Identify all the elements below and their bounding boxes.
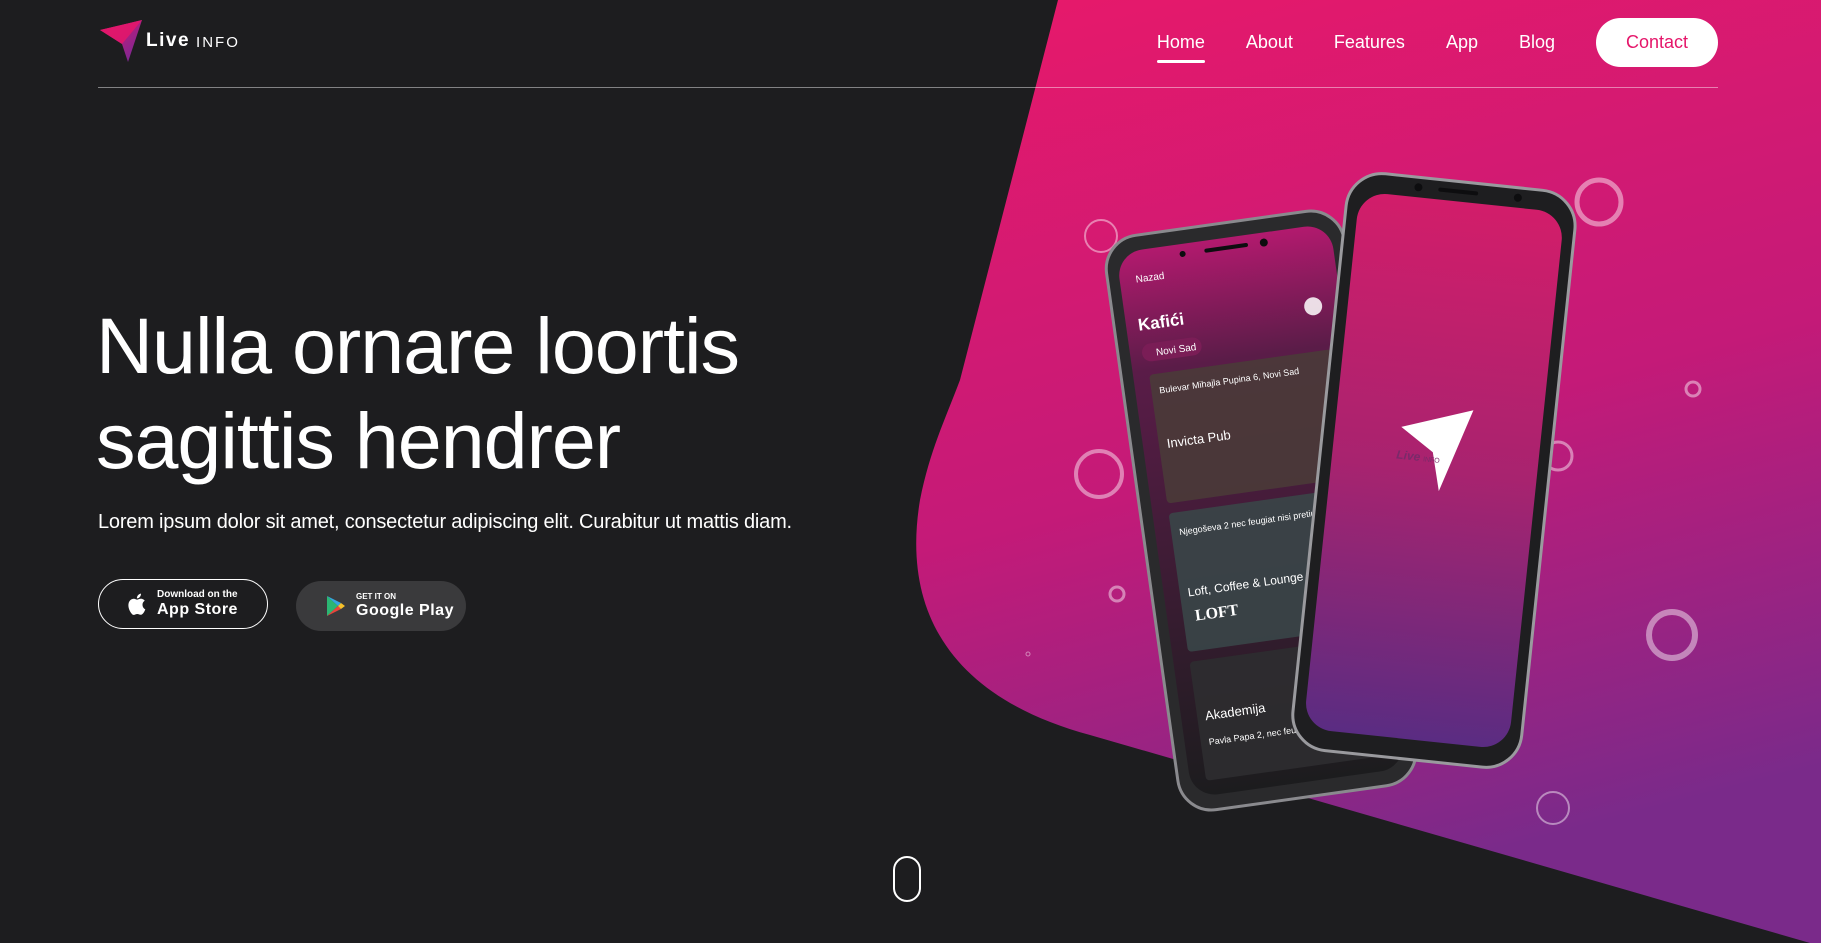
app-store-button[interactable]: Download on the App Store — [98, 579, 268, 629]
nav-blog[interactable]: Blog — [1519, 22, 1555, 63]
scroll-down-indicator[interactable] — [893, 856, 921, 902]
contact-button[interactable]: Contact — [1596, 18, 1718, 67]
google-play-small-text: GET IT ON — [356, 592, 396, 601]
app-store-big-text: App Store — [157, 601, 238, 618]
paper-plane-logo-icon — [100, 20, 142, 62]
app-store-text: Download on the App Store — [157, 590, 238, 618]
splash-logo-live: Live — [1396, 447, 1422, 463]
phones-mockup: Nazad Kafići Novi Sad Bulevar Mihajla Pu… — [1104, 172, 1577, 812]
hero-title-line-2: sagittis hendrer — [96, 396, 621, 485]
google-play-text: GET IT ON Google Play — [356, 593, 454, 619]
hero-title-line-1: Nulla ornare loortis — [96, 301, 740, 390]
nav-app[interactable]: App — [1446, 22, 1478, 63]
apple-icon — [128, 593, 146, 615]
google-play-icon — [327, 596, 345, 616]
google-play-big-text: Google Play — [356, 602, 454, 619]
site-header: Live INFO Home About Features App Blog C… — [98, 0, 1718, 88]
logo-text-live: Live — [146, 30, 191, 51]
brand-logo[interactable]: Live INFO — [98, 18, 240, 64]
nav-about[interactable]: About — [1246, 22, 1293, 63]
main-nav: Home About Features App Blog Contact — [1116, 18, 1718, 67]
nav-features[interactable]: Features — [1334, 22, 1405, 63]
app-store-small-text: Download on the — [157, 589, 238, 600]
hero-subtitle: Lorem ipsum dolor sit amet, consectetur … — [98, 511, 792, 533]
google-play-button[interactable]: GET IT ON Google Play — [296, 581, 466, 631]
nav-home[interactable]: Home — [1156, 22, 1205, 63]
hero-title: Nulla ornare loortis sagittis hendrer — [96, 298, 740, 488]
logo-text-info: INFO — [196, 33, 240, 51]
